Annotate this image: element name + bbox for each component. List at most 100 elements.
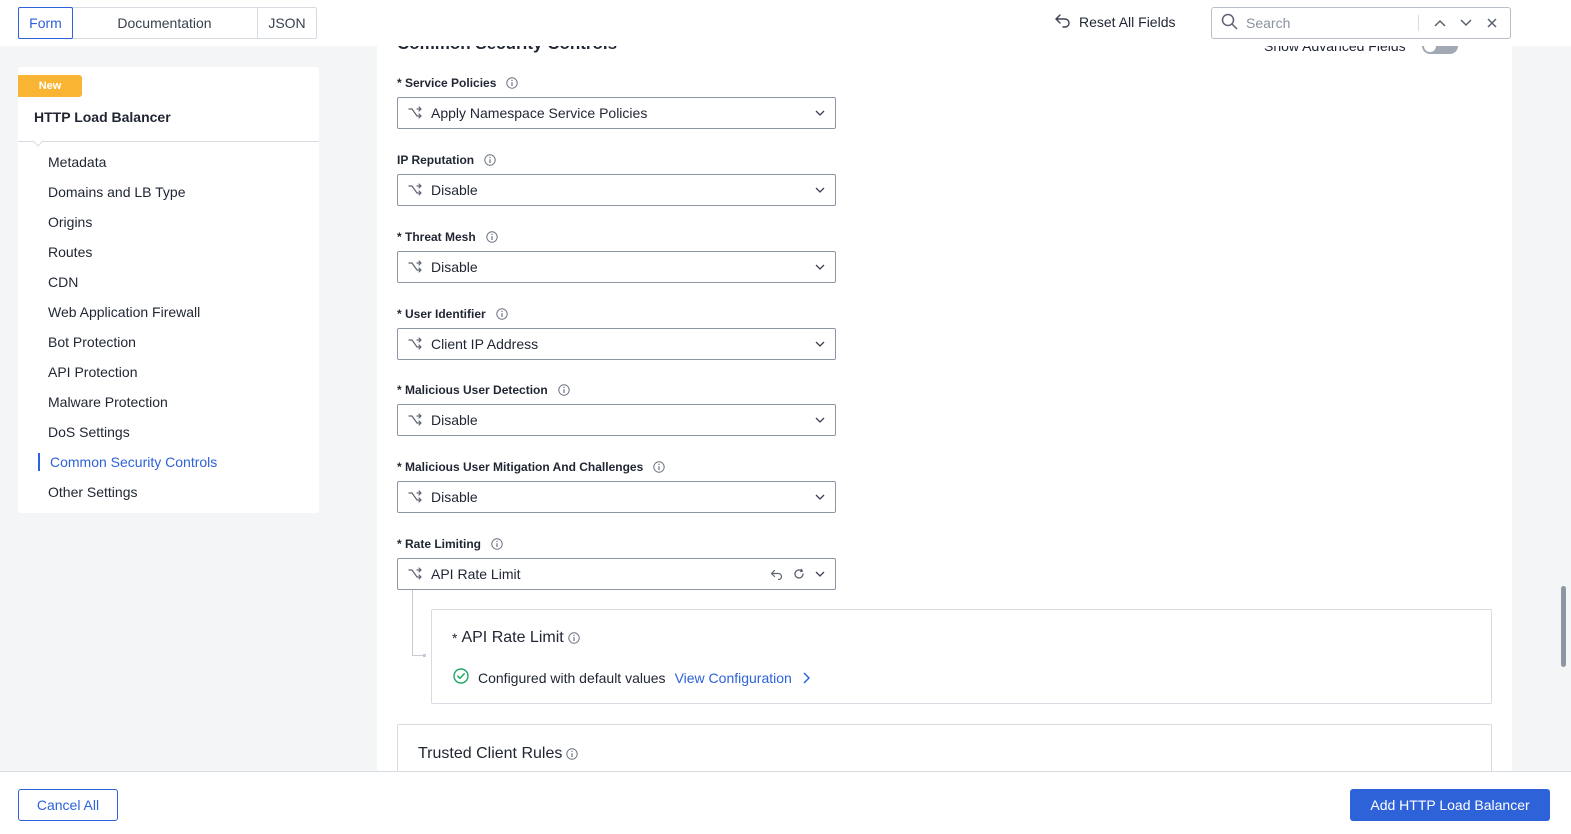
sidebar-item-dos-settings[interactable]: DoS Settings [18,417,319,447]
sidebar-title: HTTP Load Balancer [34,109,171,125]
show-advanced-toggle[interactable] [1422,46,1458,54]
choice-icon [408,490,422,504]
info-icon[interactable] [558,384,570,396]
search-input[interactable] [1246,15,1406,31]
close-icon [1487,18,1497,28]
sidebar-item-origins[interactable]: Origins [18,207,319,237]
search-divider [1418,15,1419,31]
rate-limiting-label: * Rate Limiting [397,537,503,551]
info-icon[interactable] [484,154,496,166]
info-icon[interactable] [568,632,580,644]
field-label-text: * Service Policies [397,76,497,90]
card-title-text: API Rate Limit [461,629,564,646]
chevron-down-icon [815,187,825,193]
selected-value: Disable [431,412,478,428]
choice-icon [408,260,422,274]
selected-value: Disable [431,259,478,275]
card-title-text: Trusted Client Rules [418,745,563,762]
malicious-user-mitigation-select[interactable]: Disable [397,481,836,513]
threat-mesh-select[interactable]: Disable [397,251,836,283]
refresh-icon[interactable] [793,568,805,580]
user-identifier-select[interactable]: Client IP Address [397,328,836,360]
sidebar-notch [32,135,44,147]
info-icon[interactable] [506,77,519,89]
tab-json[interactable]: JSON [258,8,316,38]
info-icon[interactable] [485,231,498,243]
search-close-button[interactable] [1479,10,1505,36]
ip-reputation-select[interactable]: Disable [397,174,836,206]
user-identifier-label: * User Identifier [397,307,508,321]
chevron-down-icon [815,494,825,500]
api-rate-limit-title: * API Rate Limit [452,629,580,647]
trusted-client-rules-title: Trusted Client Rules [418,745,579,763]
sidebar-item-malware-protection[interactable]: Malware Protection [18,387,319,417]
top-bar: Form Documentation JSON Reset All Fields [0,0,1571,46]
search-next-button[interactable] [1453,10,1479,36]
chevron-down-icon [815,341,825,347]
configuration-status: Configured with default values View Conf… [453,668,810,687]
selected-value: API Rate Limit [431,566,521,582]
undo-icon [1054,13,1071,31]
search-icon [1221,13,1238,33]
sidebar-item-api-protection[interactable]: API Protection [18,357,319,387]
footer-bar: Cancel All Add HTTP Load Balancer [0,771,1571,834]
required-mark: * [452,630,458,646]
tab-form[interactable]: Form [18,7,73,39]
search-previous-button[interactable] [1427,10,1453,36]
malicious-user-detection-label: * Malicious User Detection [397,383,570,397]
chevron-down-icon [815,417,825,423]
section-heading: Common Security Controls [397,46,617,54]
info-icon[interactable] [566,748,579,760]
check-circle-icon [453,668,469,687]
rate-limiting-select[interactable]: API Rate Limit [397,558,836,590]
cancel-all-button[interactable]: Cancel All [18,789,118,821]
info-icon[interactable] [496,308,508,320]
view-configuration-link[interactable]: View Configuration [675,670,810,686]
undo-icon[interactable] [770,569,783,580]
sidebar-item-common-security-controls[interactable]: Common Security Controls [18,447,319,477]
tree-connector [412,590,413,656]
scrollbar-thumb[interactable] [1561,586,1566,667]
selected-value: Client IP Address [431,336,539,352]
sidebar: New HTTP Load Balancer Metadata Domains … [18,67,319,513]
tree-connector-end [423,654,426,657]
chevron-right-icon [803,671,810,684]
choice-icon [408,413,422,427]
view-configuration-label: View Configuration [674,669,792,686]
field-label-text: * Rate Limiting [397,537,482,551]
service-policies-select[interactable]: Apply Namespace Service Policies [397,97,836,129]
sidebar-item-domains-lb-type[interactable]: Domains and LB Type [18,177,319,207]
api-rate-limit-card: * API Rate Limit Configured with default… [431,609,1492,704]
sidebar-item-routes[interactable]: Routes [18,237,319,267]
sidebar-item-waf[interactable]: Web Application Firewall [18,297,319,327]
sidebar-nav: Metadata Domains and LB Type Origins Rou… [18,147,319,507]
choice-icon [408,183,422,197]
view-tabs: Form Documentation JSON [18,7,317,39]
reset-all-fields-button[interactable]: Reset All Fields [1054,13,1175,31]
field-label-text: * User Identifier [397,307,486,321]
new-badge: New [18,75,82,97]
chevron-down-icon [815,571,825,577]
malicious-user-detection-select[interactable]: Disable [397,404,836,436]
field-label-text: IP Reputation [397,153,475,167]
sidebar-item-cdn[interactable]: CDN [18,267,319,297]
field-label-text: * Malicious User Detection [397,383,548,397]
sidebar-item-metadata[interactable]: Metadata [18,147,319,177]
selected-value: Disable [431,182,478,198]
form-panel: Common Security Controls Show Advanced F… [377,46,1512,771]
status-text: Configured with default values [478,669,666,686]
sidebar-item-bot-protection[interactable]: Bot Protection [18,327,319,357]
selected-value: Apply Namespace Service Policies [431,105,648,121]
chevron-down-icon [1460,19,1472,27]
add-http-load-balancer-button[interactable]: Add HTTP Load Balancer [1350,789,1550,821]
info-icon[interactable] [653,461,665,473]
choice-icon [408,106,422,120]
chevron-down-icon [815,264,825,270]
sidebar-divider [18,141,319,142]
sidebar-item-other-settings[interactable]: Other Settings [18,477,319,507]
search-box [1211,7,1511,39]
info-icon[interactable] [491,538,503,550]
tab-documentation[interactable]: Documentation [72,8,258,38]
selected-value: Disable [431,489,478,505]
chevron-up-icon [1434,19,1446,27]
